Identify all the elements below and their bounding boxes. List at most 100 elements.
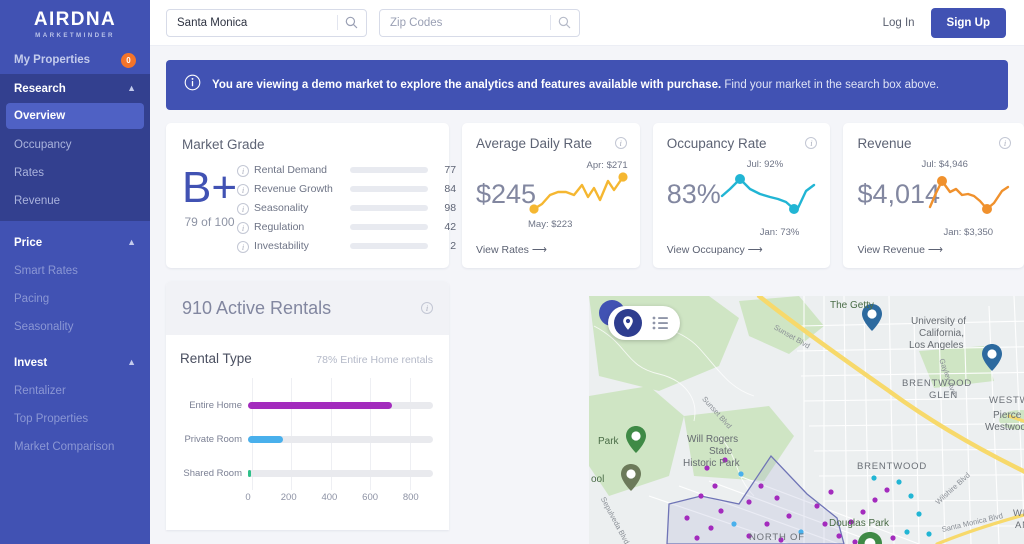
login-link[interactable]: Log In	[883, 17, 915, 29]
grade-metric-value: 42	[444, 220, 457, 233]
sidebar-item-label: Revenue	[14, 195, 61, 207]
info-circle-icon[interactable]: i	[237, 164, 250, 177]
sidebar-item-label: Pacing	[14, 293, 50, 305]
sidebar-group-label-invest: Invest	[14, 356, 48, 369]
view-link-label: View Revenue	[857, 244, 925, 256]
kpi-card-row: Market Grade B+ 79 of 100 i Rental Deman…	[166, 123, 1024, 268]
search-icon[interactable]	[338, 16, 364, 29]
bar-row: Shared Room	[180, 456, 433, 490]
main-content: Log In Sign Up You are viewing a demo ma…	[150, 0, 1024, 544]
search-icon[interactable]	[551, 16, 577, 29]
info-circle-icon[interactable]: i	[237, 240, 250, 253]
grade-metric-label: Regulation	[254, 220, 305, 233]
grade-metric-track	[350, 223, 429, 230]
grade-metric-value: 84	[444, 182, 457, 195]
banner-bold-text: You are viewing a demo market to explore…	[212, 79, 722, 91]
sidebar-item-label: Rates	[14, 167, 45, 179]
grade-metric-row: i Investability 2	[237, 236, 456, 255]
my-properties-label: My Properties	[14, 54, 91, 66]
sidebar-group-invest[interactable]: Invest ▲	[0, 348, 150, 377]
grade-metric-label: Investability	[254, 239, 309, 252]
bar-fill-private-room	[248, 435, 283, 443]
bar-track	[248, 401, 433, 409]
bar-label: Shared Room	[183, 467, 242, 479]
sidebar-item-top-properties[interactable]: Top Properties	[0, 405, 150, 433]
market-grade-body: B+ 79 of 100 i Rental Demand 77 i Revenu…	[182, 158, 456, 255]
bar-row: Private Room	[180, 422, 433, 456]
chevron-up-icon: ▲	[127, 236, 136, 247]
bar-fill-entire-home	[248, 401, 393, 409]
banner-rest-text: Find your market in the search box above…	[721, 79, 940, 91]
x-tick: 400	[321, 492, 338, 503]
logo-wordmark: AIRDNA	[33, 8, 117, 30]
view-link-label: View Occupancy	[666, 244, 745, 256]
app-root: AIRDNA MARKETMINDER My Properties 0 Rese…	[0, 0, 1024, 544]
view-occupancy-link[interactable]: View Occupancy ⟶	[667, 244, 763, 256]
info-circle-icon[interactable]: i	[237, 221, 250, 234]
bar-track	[248, 469, 433, 477]
grade-metric-value: 98	[444, 201, 457, 214]
info-circle-icon[interactable]: i	[421, 302, 433, 314]
sidebar-group-body-invest: Rentalizer Top Properties Market Compari…	[0, 377, 150, 461]
grade-summary: B+ 79 of 100	[182, 158, 237, 255]
grade-metric-track	[350, 166, 429, 173]
airdna-logo[interactable]: AIRDNA MARKETMINDER	[0, 0, 150, 46]
x-tick: 600	[362, 492, 379, 503]
chevron-up-icon: ▲	[127, 356, 136, 367]
market-grade-card: Market Grade B+ 79 of 100 i Rental Deman…	[166, 123, 456, 268]
sidebar-item-rentalizer[interactable]: Rentalizer	[0, 377, 150, 405]
list-icon[interactable]	[646, 309, 674, 337]
zip-search-box[interactable]	[379, 8, 580, 37]
sidebar-group-research[interactable]: Research ▲	[0, 74, 150, 103]
sidebar-item-label: Market Comparison	[14, 441, 115, 453]
sidebar-group-label-research: Research	[14, 82, 66, 95]
info-circle-icon	[184, 74, 201, 96]
grade-metric-label: Rental Demand	[254, 163, 328, 176]
search-input[interactable]	[177, 16, 337, 29]
zip-input[interactable]	[390, 16, 550, 29]
grade-metric-row: i Revenue Growth 84	[237, 179, 456, 198]
market-map[interactable]: 2 The Getty HOLMBY HILLS University of C…	[589, 296, 1024, 544]
bar-row: Entire Home	[180, 388, 433, 422]
adr-high-label: Apr: $271	[586, 160, 628, 171]
signup-button[interactable]: Sign Up	[930, 7, 1006, 38]
occupancy-value: 83%	[666, 179, 721, 209]
sidebar-item-label: Rentalizer	[14, 385, 66, 397]
sidebar-item-revenue[interactable]: Revenue	[0, 187, 150, 215]
grade-metric-track	[350, 185, 429, 192]
view-rates-link[interactable]: View Rates ⟶	[476, 244, 547, 256]
view-revenue-link[interactable]: View Revenue ⟶	[857, 244, 943, 256]
topbar: Log In Sign Up	[150, 0, 1024, 46]
sidebar-item-overview[interactable]: Overview	[6, 103, 144, 129]
info-circle-icon[interactable]: i	[237, 183, 250, 196]
x-tick: 200	[280, 492, 297, 503]
view-link-label: View Rates	[476, 244, 529, 256]
bar-label: Entire Home	[189, 399, 242, 411]
sidebar-item-seasonality[interactable]: Seasonality	[0, 313, 150, 341]
sidebar-item-label: Smart Rates	[14, 265, 78, 277]
average-daily-rate-card: Average Daily Rate i $245 Apr: $271 May:…	[462, 123, 640, 268]
sidebar-item-label: Top Properties	[14, 413, 89, 425]
info-circle-icon[interactable]: i	[614, 137, 627, 149]
sidebar-item-market-comparison[interactable]: Market Comparison	[0, 433, 150, 461]
sidebar-item-smart-rates[interactable]: Smart Rates	[0, 257, 150, 285]
bar-fill-shared-room	[248, 469, 251, 477]
rental-type-header: Rental Type 78% Entire Home rentals	[180, 351, 433, 366]
info-circle-icon[interactable]: i	[999, 137, 1012, 149]
map-list-toggle[interactable]	[608, 306, 680, 340]
sidebar-item-rates[interactable]: Rates	[0, 159, 150, 187]
card-title: Market Grade	[182, 137, 265, 152]
market-search-box[interactable]	[166, 8, 367, 37]
info-circle-icon[interactable]: i	[237, 202, 250, 215]
sidebar-item-my-properties[interactable]: My Properties 0	[0, 46, 150, 74]
sidebar-item-pacing[interactable]: Pacing	[0, 285, 150, 313]
occupancy-high-label: Jul: 92%	[746, 159, 784, 170]
topbar-actions: Log In Sign Up	[883, 7, 1006, 38]
sidebar-item-occupancy[interactable]: Occupancy	[0, 131, 150, 159]
occupancy-low-label: Jan: 73%	[759, 227, 800, 238]
sidebar-group-label-price: Price	[14, 236, 43, 249]
sidebar-group-price[interactable]: Price ▲	[0, 228, 150, 257]
map-pin-icon[interactable]	[614, 309, 642, 337]
